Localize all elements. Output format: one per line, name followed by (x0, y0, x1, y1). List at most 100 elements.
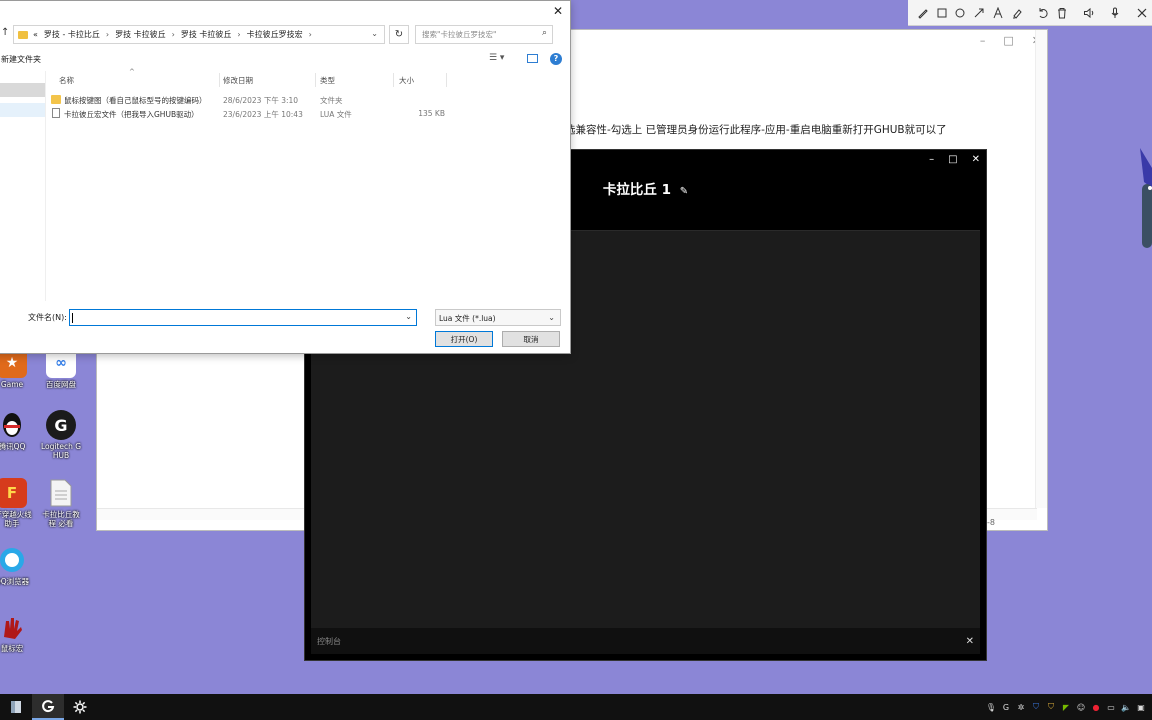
column-divider[interactable] (393, 73, 394, 87)
qq-browser-icon (0, 545, 27, 575)
console-label: 控制台 (317, 636, 341, 646)
address-bar[interactable]: « 罗技 - 卡拉比丘 › 罗技 卡拉彼丘 › 罗技 卡拉彼丘 › 卡拉彼丘罗技… (13, 25, 385, 44)
up-arrow-icon[interactable]: ↑ (1, 27, 9, 38)
bloody-hand-icon (0, 612, 27, 642)
rectangle-icon[interactable] (933, 4, 951, 22)
chat-tray-icon[interactable]: ☺ (1076, 702, 1086, 712)
settings-gear-taskbar-icon[interactable] (64, 694, 96, 720)
breadcrumb-separator[interactable]: › (106, 30, 109, 39)
chevron-down-icon[interactable]: ⌄ (371, 29, 378, 38)
desktop-icon-qq[interactable]: 腾讯QQ (0, 410, 34, 451)
column-type-header[interactable]: 类型 (320, 75, 335, 86)
breadcrumb-separator[interactable]: › (172, 30, 175, 39)
file-date: 28/6/2023 下午 3:10 (223, 96, 299, 105)
ghub-tray-icon[interactable]: G (1001, 702, 1011, 712)
arrow-icon[interactable] (970, 4, 988, 22)
ghub-window-controls: – □ ✕ (929, 154, 980, 165)
highlighter-icon[interactable] (1008, 4, 1026, 22)
antivirus-tray-icon[interactable]: ⛉ (1031, 702, 1041, 712)
refresh-icon: ↻ (394, 29, 404, 40)
file-explorer-icon[interactable] (0, 694, 32, 720)
desktop-icon-label: 百度网盘 (46, 380, 76, 389)
desktop-icon-tutorial-document[interactable]: 卡拉比丘教程 必看 (39, 478, 83, 528)
console-close-icon[interactable]: ✕ (966, 636, 974, 647)
cancel-button[interactable]: 取消 (502, 331, 560, 347)
column-divider[interactable] (315, 73, 316, 87)
desktop-icon-label: Game (0, 380, 24, 389)
refresh-button[interactable]: ↻ (389, 25, 409, 44)
breadcrumb-item[interactable]: 罗技 卡拉彼丘 (115, 29, 166, 40)
minimize-icon[interactable]: – (980, 34, 986, 47)
settings-tray-icon[interactable]: ✲ (1016, 702, 1026, 712)
desktop-icon-cf[interactable]: F CF穿越火线 助手 (0, 478, 34, 528)
circle-icon[interactable] (952, 4, 970, 22)
column-divider[interactable] (446, 73, 447, 87)
desktop-icon-baidu-netdisk[interactable]: ∞ 百度网盘 (39, 348, 83, 389)
desktop-icon-label: 腾讯QQ (0, 442, 26, 451)
logitech-ghub-taskbar-icon[interactable] (32, 694, 64, 720)
close-icon[interactable]: ✕ (972, 154, 980, 165)
file-type: 文件夹 (320, 96, 343, 105)
search-icon[interactable]: ⌕ (542, 28, 547, 38)
breadcrumb-item[interactable]: 罗技 - 卡拉比丘 (44, 29, 100, 40)
speaker-icon[interactable] (1080, 4, 1098, 22)
volume-tray-icon[interactable]: 🔈 (1121, 702, 1131, 712)
breadcrumb-item[interactable]: 卡拉彼丘罗技宏 (247, 29, 303, 40)
edge-floating-widget[interactable] (1140, 148, 1152, 250)
pen-icon[interactable] (914, 4, 932, 22)
close-icon[interactable]: ✕ (550, 3, 566, 19)
desktop-icon-logitech-ghub[interactable]: G Logitech G HUB (39, 410, 83, 460)
nav-item[interactable] (0, 83, 45, 97)
breadcrumb-separator[interactable]: › (237, 30, 240, 39)
file-row-folder[interactable]: 鼠标按键图（看自己鼠标型号的按键编码） 28/6/2023 下午 3:10 文件… (47, 93, 467, 107)
vertical-scrollbar[interactable] (1035, 30, 1047, 508)
minimize-icon[interactable]: – (929, 154, 934, 165)
column-divider[interactable] (219, 73, 220, 87)
help-icon[interactable]: ? (550, 53, 562, 65)
search-input[interactable]: 搜索"卡拉彼丘罗技宏" ⌕ (415, 25, 553, 44)
desktop-icon-label: 鼠标宏 (0, 644, 24, 653)
file-type-filter[interactable]: Lua 文件 (*.lua) ⌄ (435, 309, 561, 326)
desktop-icon-label: Logitech G HUB (40, 442, 82, 460)
file-date: 23/6/2023 上午 10:43 (223, 110, 303, 119)
text-cursor (72, 313, 73, 323)
column-name-header[interactable]: 名称 (59, 75, 74, 86)
command-bar: 新建文件夹 ☰ ▾ ? (0, 51, 570, 69)
open-button[interactable]: 打开(O) (435, 331, 493, 347)
cf-game-icon: F (0, 478, 27, 508)
breadcrumb-item[interactable]: 罗技 卡拉彼丘 (181, 29, 232, 40)
maximize-icon[interactable]: □ (948, 154, 957, 165)
file-list: 鼠标按键图（看自己鼠标型号的按键编码） 28/6/2023 下午 3:10 文件… (47, 93, 467, 121)
nvidia-tray-icon[interactable]: ◤ (1061, 702, 1071, 712)
microphone-icon[interactable] (1107, 4, 1125, 22)
desktop-icon-game[interactable]: ★ Game (0, 348, 34, 389)
microphone-icon[interactable]: 🎙 (986, 702, 996, 712)
desktop-icon-mouse-macro[interactable]: 鼠标宏 (0, 612, 34, 653)
trash-icon[interactable] (1053, 4, 1071, 22)
new-folder-button[interactable]: 新建文件夹 (1, 54, 41, 65)
filename-field[interactable]: ⌄ (69, 309, 417, 326)
filename-label: 文件名(N): (28, 313, 67, 322)
column-date-header[interactable]: 修改日期 (223, 75, 253, 86)
close-icon[interactable] (1133, 4, 1151, 22)
text-icon[interactable] (989, 4, 1007, 22)
breadcrumb-overflow[interactable]: « (33, 30, 38, 39)
file-row-lua[interactable]: 卡拉彼丘宏文件（把我导入GHUB驱动） 23/6/2023 上午 10:43 L… (47, 107, 467, 121)
edit-pencil-icon[interactable]: ✎ (680, 186, 688, 197)
shield-tray-icon[interactable]: ⛉ (1046, 702, 1056, 712)
undo-icon[interactable] (1034, 4, 1052, 22)
app-tray-icon[interactable]: ● (1091, 702, 1101, 712)
chevron-down-icon[interactable]: ⌄ (405, 312, 412, 321)
preview-pane-icon[interactable] (527, 54, 538, 63)
desktop-icon-qq-browser[interactable]: QQ浏览器 (0, 545, 34, 586)
open-file-dialog: ✕ ↑ « 罗技 - 卡拉比丘 › 罗技 卡拉彼丘 › 罗技 卡拉彼丘 › 卡拉… (0, 0, 571, 354)
network-tray-icon[interactable]: ▣ (1136, 702, 1146, 712)
navigation-pane[interactable] (0, 71, 46, 301)
column-size-header[interactable]: 大小 (399, 75, 414, 86)
document-icon (46, 478, 76, 508)
nav-item-selected[interactable] (0, 103, 45, 117)
battery-tray-icon[interactable]: ▭ (1106, 702, 1116, 712)
breadcrumb-separator[interactable]: › (309, 30, 312, 39)
view-options-icon[interactable]: ☰ ▾ (489, 53, 504, 63)
maximize-icon[interactable]: □ (1003, 34, 1013, 47)
